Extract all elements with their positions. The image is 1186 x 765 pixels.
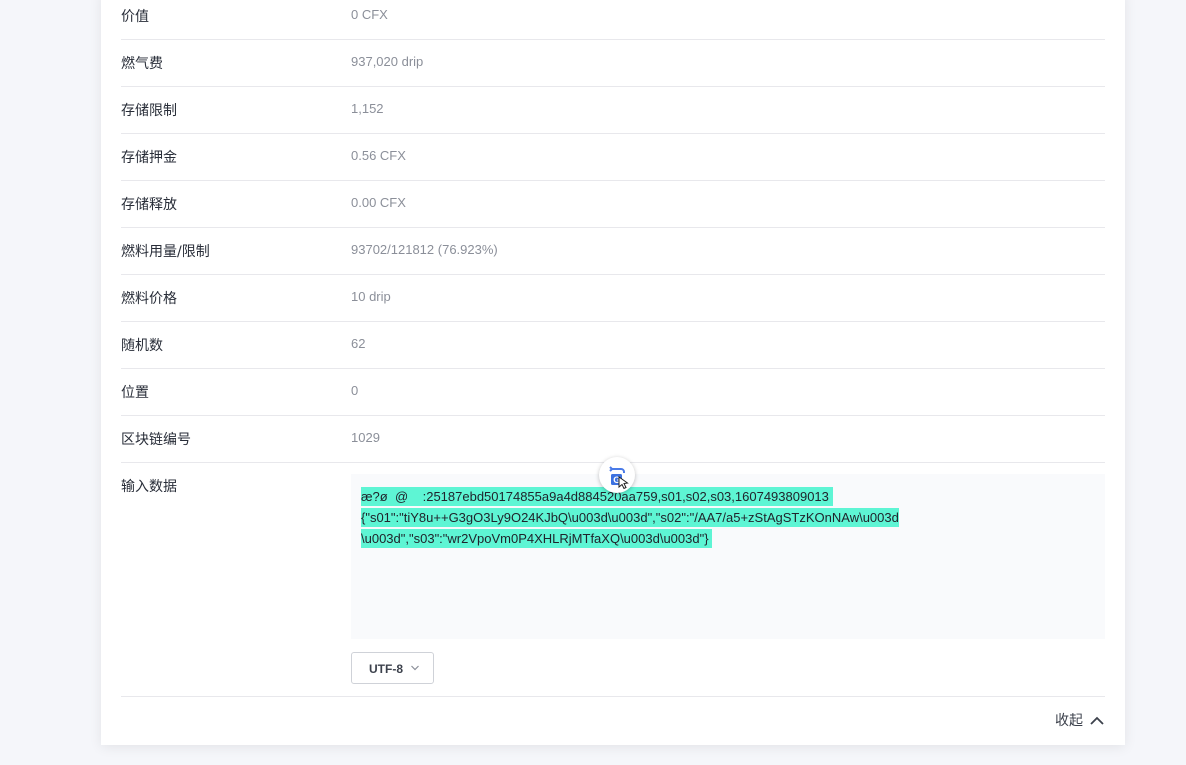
detail-label: 价值 — [121, 9, 149, 25]
detail-row-input-data: 输入数据 æ?ø @ :25187ebd50174855a9a4d884520a… — [121, 457, 1105, 697]
input-data-line[interactable]: \u003d","s03":"wr2VpoVm0P4XHLRjMTfaXQ\u0… — [361, 529, 713, 548]
detail-value: 937,020 drip — [351, 54, 424, 69]
detail-label: 区块链编号 — [121, 432, 191, 448]
detail-value: 0.56 CFX — [351, 148, 406, 163]
detail-value: 0 — [351, 383, 359, 398]
collapse-label: 收起 — [1055, 713, 1083, 729]
detail-label: 燃料用量/限制 — [121, 244, 210, 260]
detail-value: 0.00 CFX — [351, 195, 406, 210]
translate-icon[interactable]: G — [599, 457, 635, 493]
collapse-button[interactable]: 收起 — [1055, 710, 1105, 730]
detail-value: 62 — [351, 336, 366, 351]
detail-value: 1029 — [351, 430, 380, 445]
detail-label: 存储释放 — [121, 197, 177, 213]
detail-label: 燃气费 — [121, 56, 163, 72]
detail-row-storage-released: 存储释放 0.00 CFX — [121, 180, 1105, 228]
chevron-down-icon — [411, 665, 419, 671]
detail-row-position: 位置 0 — [121, 368, 1105, 416]
input-data-text[interactable]: æ?ø @ :25187ebd50174855a9a4d884520aa759,… — [361, 486, 1095, 549]
transaction-details-card: 价值 0 CFX 燃气费 937,020 drip 存储限制 1,152 存储押… — [101, 0, 1125, 745]
detail-row-value: 价值 0 CFX — [121, 0, 1105, 40]
encoding-select-label: UTF-8 — [369, 662, 403, 676]
detail-row-gas-fee: 燃气费 937,020 drip — [121, 39, 1105, 87]
detail-label: 存储限制 — [121, 103, 177, 119]
detail-row-chain-id: 区块链编号 1029 — [121, 415, 1105, 463]
input-data-line[interactable]: æ?ø @ :25187ebd50174855a9a4d884520aa759,… — [361, 487, 833, 506]
detail-value: 0 CFX — [351, 7, 388, 22]
detail-label: 输入数据 — [121, 479, 177, 495]
input-data-textbox[interactable]: æ?ø @ :25187ebd50174855a9a4d884520aa759,… — [351, 457, 1105, 639]
detail-label: 存储押金 — [121, 150, 177, 166]
detail-value: 10 drip — [351, 289, 391, 304]
detail-label: 位置 — [121, 385, 149, 401]
input-data-line[interactable]: {"s01":"tiY8u++G3gO3Ly9O24KJbQ\u003d\u00… — [361, 508, 899, 527]
chevron-up-icon — [1090, 716, 1104, 725]
detail-label: 随机数 — [121, 338, 163, 354]
detail-row-nonce: 随机数 62 — [121, 321, 1105, 369]
detail-row-storage-collateral: 存储押金 0.56 CFX — [121, 133, 1105, 181]
detail-value: 93702/121812 (76.923%) — [351, 242, 498, 257]
detail-value: 1,152 — [351, 101, 384, 116]
detail-row-gas-used-limit: 燃料用量/限制 93702/121812 (76.923%) — [121, 227, 1105, 275]
encoding-select[interactable]: UTF-8 — [351, 652, 434, 684]
detail-row-storage-limit: 存储限制 1,152 — [121, 86, 1105, 134]
detail-label: 燃料价格 — [121, 291, 177, 307]
detail-row-gas-price: 燃料价格 10 drip — [121, 274, 1105, 322]
